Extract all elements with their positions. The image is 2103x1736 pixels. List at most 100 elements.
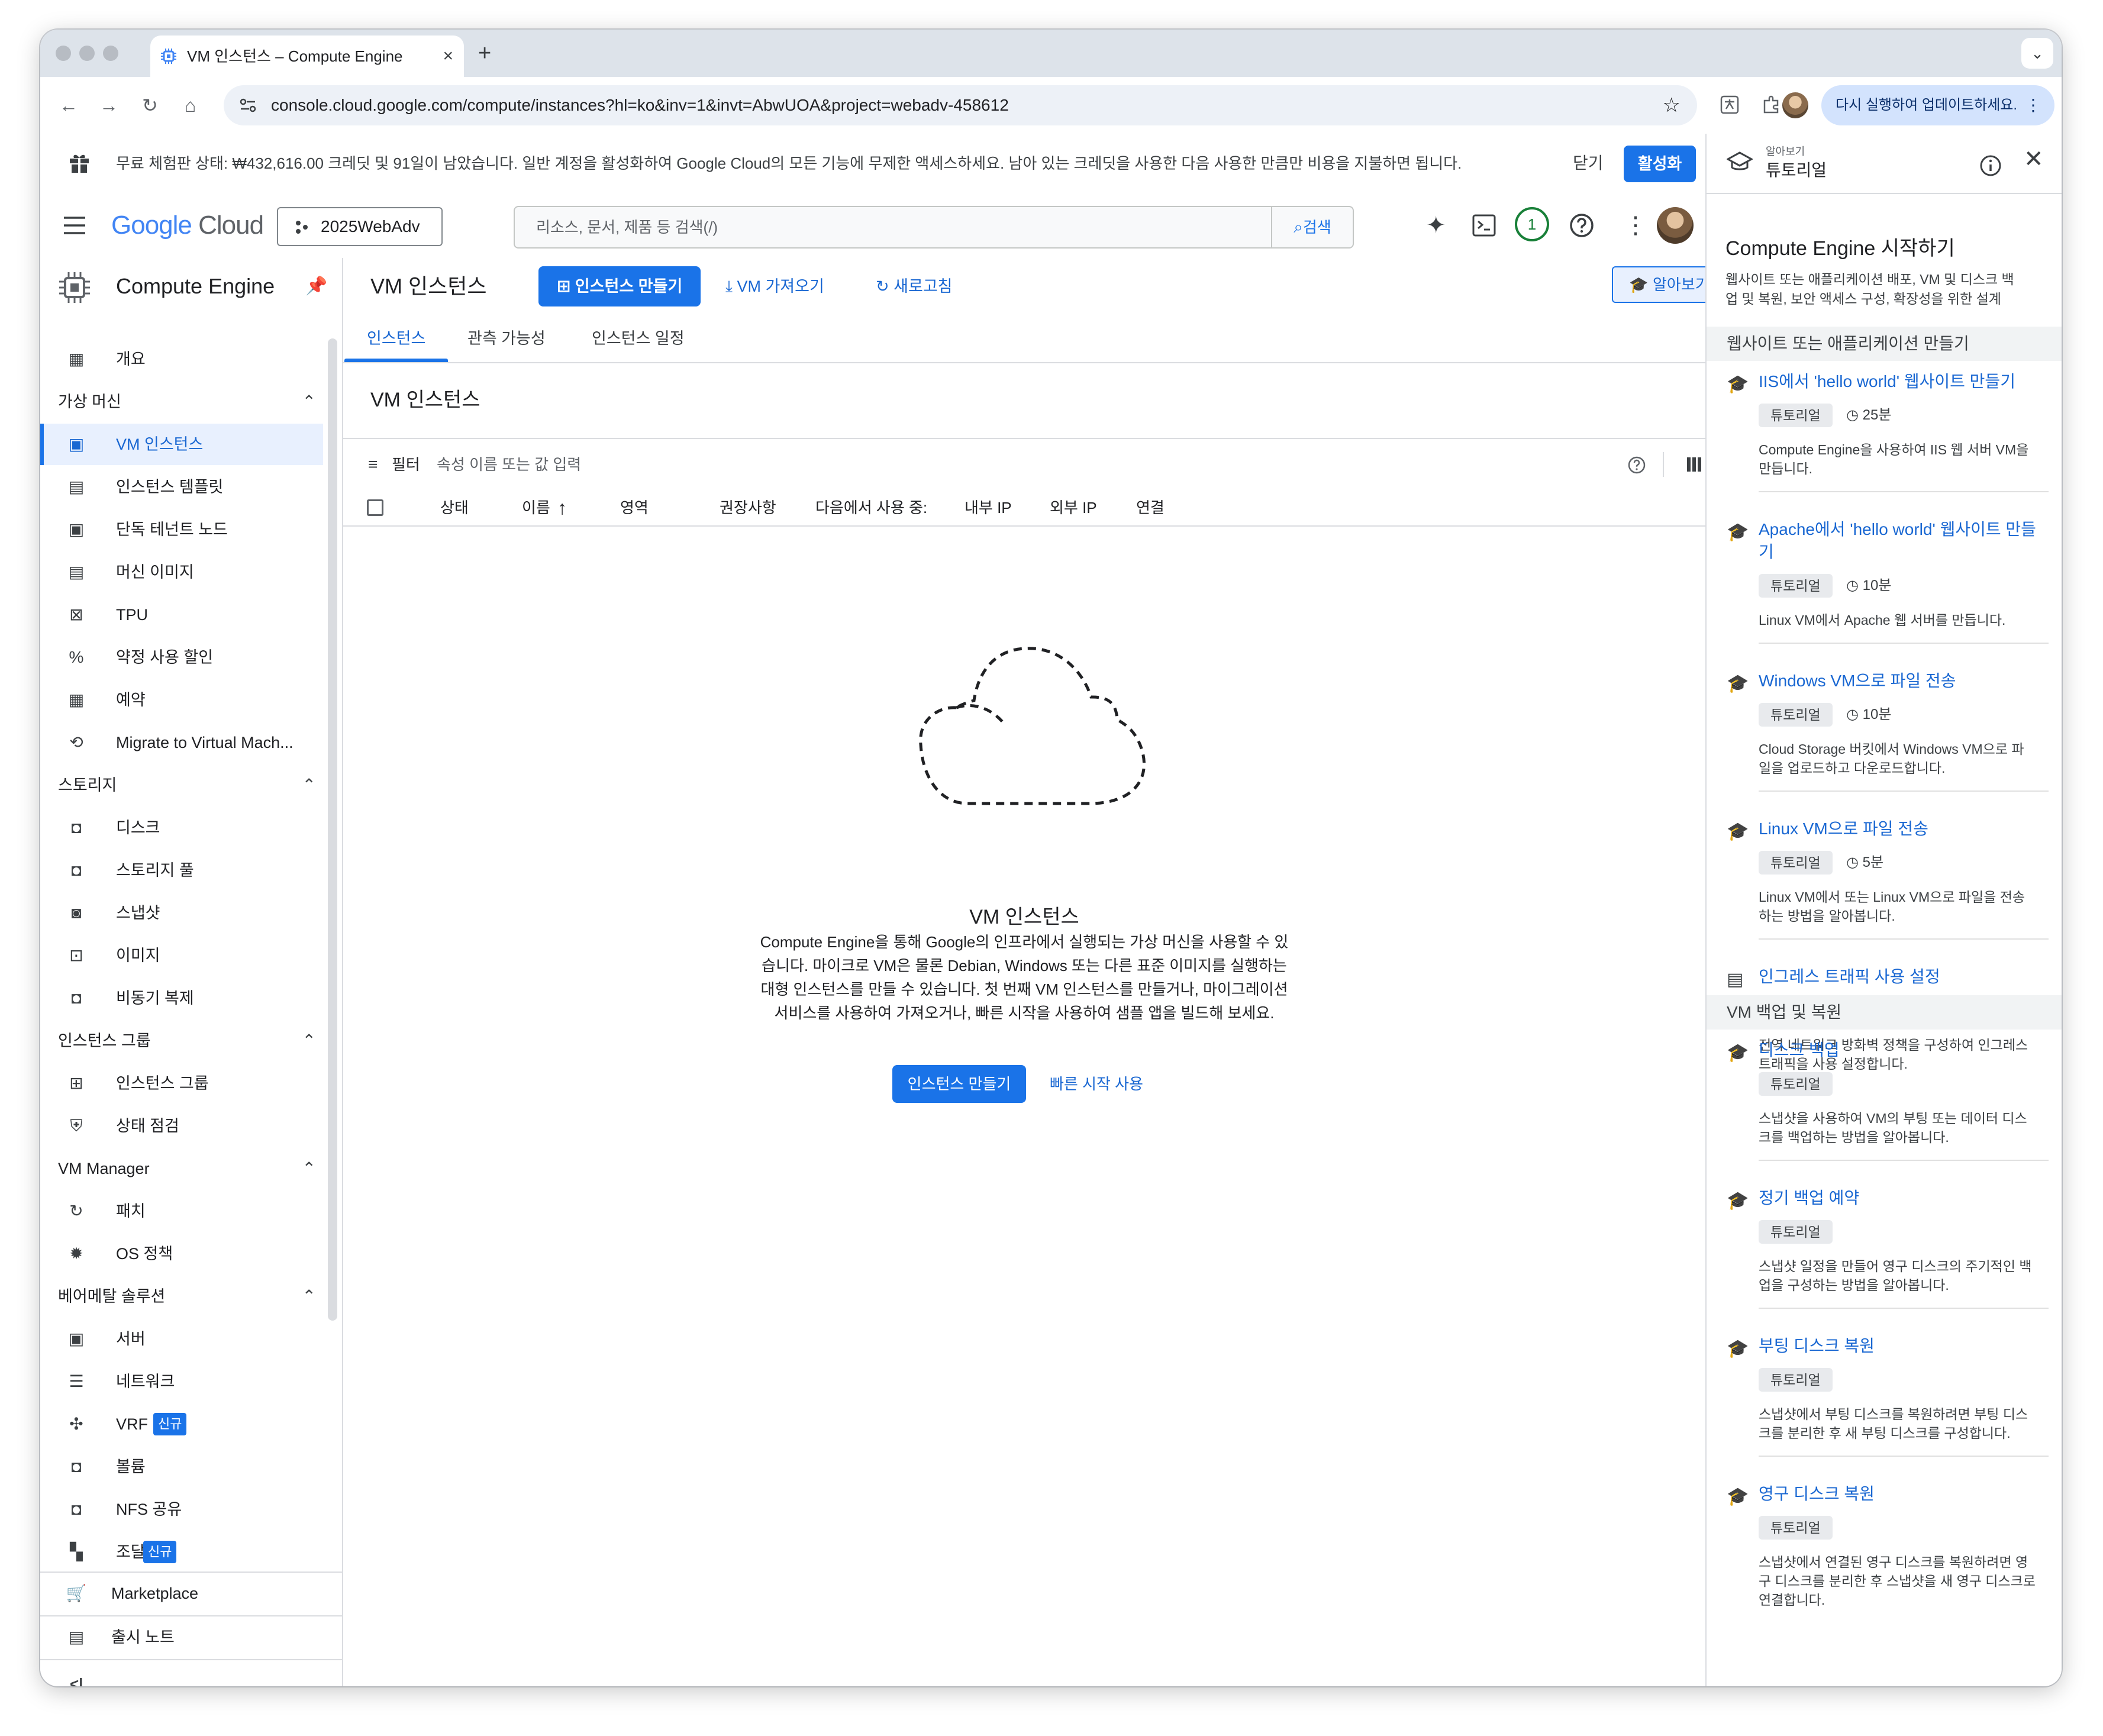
tutorial-card[interactable]: 🎓 IIS에서 'hello world' 웹사이트 만들기 튜토리얼 ◷ 25분 Co… bbox=[1707, 370, 2062, 492]
window-close-dot[interactable] bbox=[56, 46, 71, 61]
filter-input[interactable]: 속성 이름 또는 값 입력 bbox=[437, 439, 581, 490]
nav-item[interactable]: ⊞ 인스턴스 그룹 bbox=[40, 1063, 323, 1104]
console-search[interactable]: 리소스, 문서, 제품 등 검색(/) ⌕검색 bbox=[514, 206, 1354, 249]
tutorial-title[interactable]: IIS에서 'hello world' 웹사이트 만들기 bbox=[1759, 370, 2043, 393]
tutorial-card[interactable]: 🎓 Apache에서 'hello world' 웹사이트 만들 기 튜토리얼 ◷ 10… bbox=[1707, 518, 2062, 644]
tutorial-card[interactable]: 🎓 부팅 디스크 복원 튜토리얼 스냅샷에서 부팅 디스크를 복원하려면 부팅 디스 크… bbox=[1707, 1335, 2062, 1457]
main-menu-icon[interactable] bbox=[63, 215, 86, 235]
nav-scrollbar[interactable] bbox=[328, 338, 337, 1321]
column-display-icon[interactable] bbox=[1686, 457, 1702, 472]
column-external-ip[interactable]: 외부 IP bbox=[1050, 490, 1097, 525]
tutorial-card[interactable]: 🎓 Linux VM으로 파일 전송 튜토리얼 ◷ 5분 Linux VM에서 또는 L… bbox=[1707, 818, 2062, 940]
browser-tab[interactable]: VM 인스턴스 – Compute Engine × bbox=[150, 36, 464, 77]
tutorial-card[interactable]: 🎓 디스크 백업 튜토리얼 스냅샷을 사용하여 VM의 부팅 또는 데이터 디스 크를 … bbox=[1707, 1039, 2062, 1161]
nav-item[interactable]: ⊡ 이미지 bbox=[40, 935, 323, 976]
select-all-checkbox[interactable] bbox=[367, 499, 383, 516]
column-internal-ip[interactable]: 내부 IP bbox=[965, 490, 1012, 525]
window-zoom-dot[interactable] bbox=[103, 46, 118, 61]
chevron-up-icon[interactable]: ⌃ bbox=[302, 764, 316, 806]
browser-menu-icon[interactable]: ⋮ bbox=[2025, 85, 2041, 125]
tutorial-title[interactable]: Windows VM으로 파일 전송 bbox=[1759, 670, 2043, 692]
address-bar[interactable]: console.cloud.google.com/compute/instanc… bbox=[224, 85, 1697, 125]
empty-create-instance-button[interactable]: 인스턴스 만들기 bbox=[892, 1065, 1026, 1103]
google-cloud-logo[interactable]: Google Cloud bbox=[111, 193, 264, 258]
bookmark-star-icon[interactable]: ☆ bbox=[1663, 85, 1681, 125]
tab-instance-schedules[interactable]: 인스턴스 일정 bbox=[592, 315, 685, 362]
nav-item[interactable]: ◙ 스냅샷 bbox=[40, 892, 323, 934]
chevron-up-icon[interactable]: ⌃ bbox=[302, 1148, 316, 1189]
nav-item[interactable]: ↻ 패치 bbox=[40, 1190, 323, 1232]
nav-item[interactable]: ◘ 볼륨 bbox=[40, 1446, 323, 1487]
column-in-use-by[interactable]: 다음에서 사용 중: bbox=[815, 490, 927, 525]
search-input[interactable]: 리소스, 문서, 제품 등 검색(/) bbox=[536, 207, 718, 247]
info-icon[interactable] bbox=[1979, 154, 2002, 178]
forward-icon[interactable]: → bbox=[99, 77, 118, 134]
tutorial-title[interactable]: 영구 디스크 복원 bbox=[1759, 1483, 2043, 1505]
nav-item[interactable]: ◘ 비동기 복제 bbox=[40, 977, 323, 1019]
nav-item[interactable]: ⟲ Migrate to Virtual Mach... bbox=[40, 722, 323, 763]
nav-item[interactable]: ◘ NFS 공유 bbox=[40, 1489, 323, 1530]
nav-section-header[interactable]: 가상 머신 ⌃ bbox=[58, 381, 330, 422]
tab-observability[interactable]: 관측 가능성 bbox=[467, 315, 546, 362]
nav-item[interactable]: ☰ 네트워크 bbox=[40, 1361, 323, 1402]
column-connect[interactable]: 연결 bbox=[1136, 490, 1165, 525]
profile-avatar[interactable] bbox=[1782, 92, 1808, 118]
project-picker[interactable]: 2025WebAdv bbox=[277, 207, 443, 246]
chevron-up-icon[interactable]: ⌃ bbox=[302, 1020, 316, 1061]
tutorial-title[interactable]: 부팅 디스크 복원 bbox=[1759, 1335, 2043, 1357]
column-name[interactable]: 이름 bbox=[522, 490, 550, 525]
create-instance-button[interactable]: ⊞ 인스턴스 만들기 bbox=[538, 266, 701, 306]
tab-instances[interactable]: 인스턴스 bbox=[344, 315, 449, 362]
pin-icon[interactable]: 📌 bbox=[305, 258, 327, 315]
sort-ascending-icon[interactable]: ↑ bbox=[557, 490, 567, 525]
tutorial-card[interactable]: 🎓 Windows VM으로 파일 전송 튜토리얼 ◷ 10분 Cloud Storag… bbox=[1707, 670, 2062, 792]
tutorial-title[interactable]: 정기 백업 예약 bbox=[1759, 1187, 2043, 1209]
gemini-sparkle-icon[interactable]: ✦ bbox=[1426, 193, 1446, 258]
nav-item[interactable]: ◘ 디스크 bbox=[40, 807, 323, 848]
filter-help-icon[interactable] bbox=[1627, 456, 1646, 475]
quickstart-link[interactable]: 빠른 시작 사용 bbox=[1050, 1065, 1143, 1103]
banner-close-button[interactable]: 닫기 bbox=[1573, 134, 1604, 193]
import-vm-button[interactable]: ⤓ VM 가져오기 bbox=[725, 266, 824, 306]
tab-search-icon[interactable]: ⌄ bbox=[2021, 38, 2053, 69]
nav-item[interactable]: ▦ 예약 bbox=[40, 679, 323, 721]
nav-item[interactable]: ✣ VRF 신규 bbox=[40, 1403, 323, 1445]
more-options-icon[interactable]: ⋮ bbox=[1624, 193, 1647, 258]
window-minimize-dot[interactable] bbox=[79, 46, 95, 61]
nav-release-notes[interactable]: ▤ 출시 노트 bbox=[40, 1616, 323, 1658]
close-panel-icon[interactable]: ✕ bbox=[2024, 146, 2044, 173]
nav-section-header[interactable]: VM Manager ⌃ bbox=[58, 1148, 330, 1189]
nav-item[interactable]: ✹ OS 정책 bbox=[40, 1233, 323, 1274]
nav-item[interactable]: ▤ 인스턴스 템플릿 bbox=[40, 466, 323, 508]
tutorial-title[interactable]: 디스크 백업 bbox=[1759, 1039, 2043, 1061]
nav-item[interactable]: ▣ 서버 bbox=[40, 1318, 323, 1360]
nav-item[interactable]: ▚ 조달 신규 bbox=[40, 1531, 323, 1573]
nav-section-header[interactable]: 베어메탈 솔루션 ⌃ bbox=[58, 1276, 330, 1317]
cloud-shell-icon[interactable] bbox=[1472, 214, 1496, 237]
tutorial-card[interactable]: 🎓 정기 백업 예약 튜토리얼 스냅샷 일정을 만들어 영구 디스크의 주기적인 백업… bbox=[1707, 1187, 2062, 1309]
column-recommendations[interactable]: 권장사항 bbox=[720, 490, 776, 525]
update-button[interactable]: 다시 실행하여 업데이트하세요. ⋮ bbox=[1821, 85, 2054, 125]
extensions-icon[interactable] bbox=[1761, 95, 1781, 115]
nav-item[interactable]: ⛨ 상태 점검 bbox=[40, 1105, 323, 1147]
tutorial-card[interactable]: 🎓 영구 디스크 복원 튜토리얼 스냅샷에서 연결된 영구 디스크를 복원하려면 영구… bbox=[1707, 1483, 2062, 1624]
chevron-up-icon[interactable]: ⌃ bbox=[302, 1276, 316, 1317]
tutorial-title[interactable]: 인그레스 트래픽 사용 설정 bbox=[1759, 966, 2043, 988]
nav-item[interactable]: % 약정 사용 할인 bbox=[40, 637, 323, 678]
home-icon[interactable]: ⌂ bbox=[185, 77, 196, 134]
nav-item[interactable]: ▣ VM 인스턴스 bbox=[40, 424, 323, 465]
site-settings-icon[interactable] bbox=[239, 97, 257, 114]
search-button[interactable]: ⌕검색 bbox=[1271, 207, 1353, 247]
nav-section-header[interactable]: 스토리지 ⌃ bbox=[58, 764, 330, 806]
reload-icon[interactable]: ↻ bbox=[142, 77, 158, 134]
tutorial-title[interactable]: Apache에서 'hello world' 웹사이트 만들 기 bbox=[1759, 518, 2043, 563]
nav-item[interactable]: ⊠ TPU bbox=[40, 594, 323, 635]
refresh-button[interactable]: ↻ 새로고침 bbox=[876, 266, 953, 306]
tab-close-icon[interactable]: × bbox=[443, 36, 453, 77]
nav-item[interactable]: ◘ 스토리지 풀 bbox=[40, 850, 323, 891]
new-tab-icon[interactable]: + bbox=[478, 30, 491, 77]
column-zone[interactable]: 영역 bbox=[620, 490, 649, 525]
nav-item[interactable]: ▦ 개요 bbox=[40, 338, 323, 380]
tutorial-title[interactable]: Linux VM으로 파일 전송 bbox=[1759, 818, 2043, 840]
account-avatar[interactable] bbox=[1657, 207, 1694, 244]
